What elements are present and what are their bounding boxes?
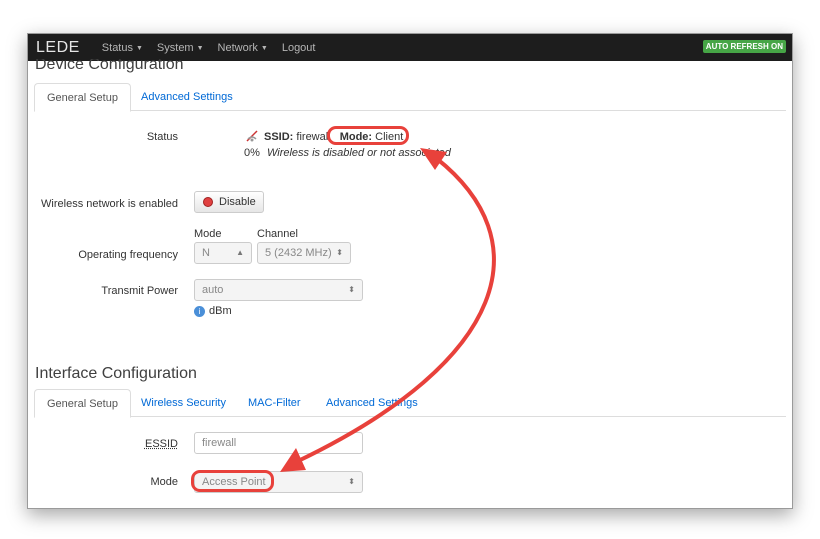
annotation-arrow [280, 148, 496, 472]
